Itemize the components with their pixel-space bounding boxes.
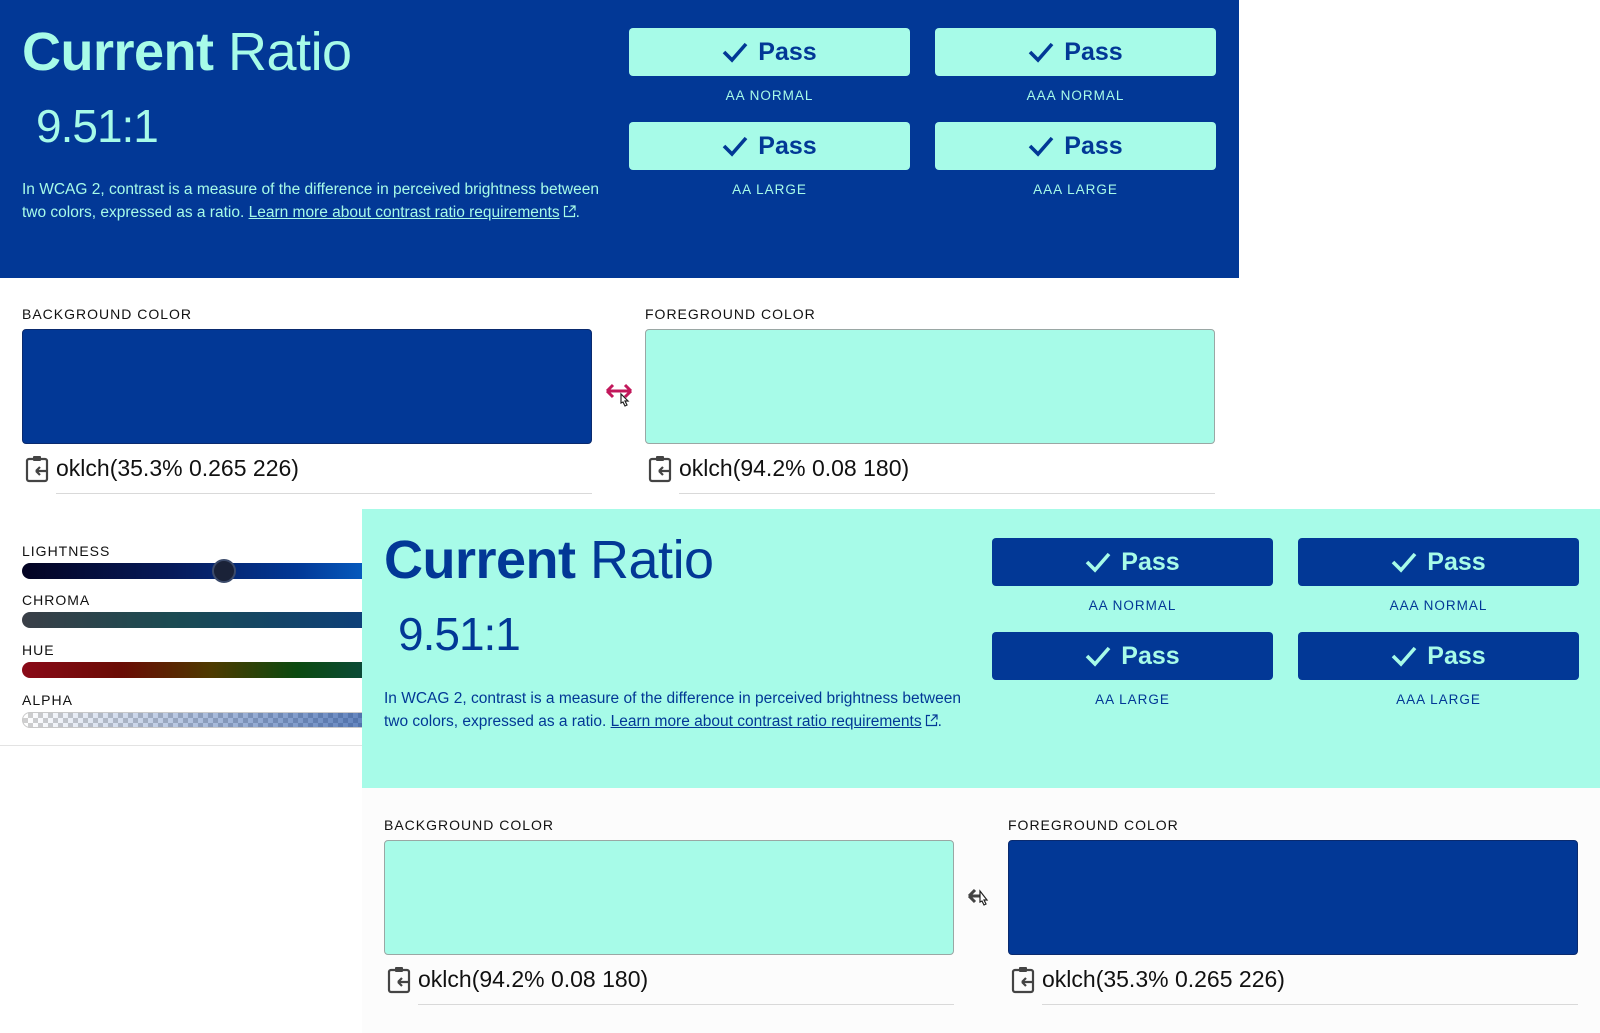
ratio-header: Current Ratio 9.51:1 In WCAG 2, contrast… [0, 0, 1239, 278]
pass-text: Pass [1427, 641, 1486, 670]
foreground-color-swatch[interactable] [645, 329, 1215, 444]
foreground-value-row: oklch(94.2% 0.08 180) [645, 450, 1215, 494]
title-light: Ratio [590, 530, 714, 590]
foreground-color-value[interactable]: oklch(94.2% 0.08 180) [679, 452, 909, 484]
pass-text: Pass [1064, 37, 1123, 66]
aa-large-pass-button[interactable]: Pass [992, 632, 1273, 680]
background-color-label: BACKGROUND COLOR [384, 817, 555, 833]
clipboard-copy-icon[interactable] [1010, 965, 1038, 995]
check-icon [1086, 646, 1111, 667]
lightness-slider-thumb[interactable] [211, 559, 236, 583]
aaa-large-label: AAA LARGE [1033, 182, 1118, 197]
value-underline [418, 1004, 954, 1005]
ratio-description: In WCAG 2, contrast is a measure of the … [384, 687, 984, 733]
lightness-label: LIGHTNESS [22, 543, 111, 559]
value-underline [679, 493, 1215, 494]
foreground-value-row: oklch(35.3% 0.265 226) [1008, 961, 1578, 1005]
background-color-value[interactable]: oklch(35.3% 0.265 226) [56, 452, 299, 484]
swap-colors-icon[interactable] [966, 883, 998, 913]
aaa-large-pass-button[interactable]: Pass [935, 122, 1216, 170]
description-end: . [937, 713, 942, 730]
learn-more-link[interactable]: Learn more about contrast ratio requirem… [611, 713, 922, 730]
title-light: Ratio [228, 22, 352, 82]
external-link-icon [563, 205, 576, 218]
foreground-color-swatch[interactable] [1008, 840, 1578, 955]
value-underline [1042, 1004, 1578, 1005]
check-icon [1392, 552, 1417, 573]
check-icon [1392, 646, 1417, 667]
aaa-large-pass-button[interactable]: Pass [1298, 632, 1579, 680]
check-icon [1086, 552, 1111, 573]
contrast-checker-panel-front: Current Ratio 9.51:1 In WCAG 2, contrast… [362, 509, 1600, 1033]
background-color-swatch[interactable] [22, 329, 592, 444]
background-color-label: BACKGROUND COLOR [22, 306, 193, 322]
clipboard-copy-icon[interactable] [24, 454, 52, 484]
background-color-value[interactable]: oklch(94.2% 0.08 180) [418, 963, 648, 995]
background-value-row: oklch(94.2% 0.08 180) [384, 961, 954, 1005]
aaa-normal-label: AAA NORMAL [1026, 88, 1125, 103]
foreground-color-value[interactable]: oklch(35.3% 0.265 226) [1042, 963, 1285, 995]
aaa-normal-pass-button[interactable]: Pass [935, 28, 1216, 76]
pass-text: Pass [758, 131, 817, 160]
title-bold: Current [384, 530, 576, 590]
aa-large-pass-button[interactable]: Pass [629, 122, 910, 170]
contrast-ratio-value: 9.51:1 [36, 100, 159, 152]
learn-more-link[interactable]: Learn more about contrast ratio requirem… [249, 204, 560, 221]
pass-text: Pass [1427, 547, 1486, 576]
alpha-label: ALPHA [22, 692, 73, 708]
swap-colors-icon[interactable] [604, 378, 636, 408]
hue-label: HUE [22, 642, 55, 658]
background-value-row: oklch(35.3% 0.265 226) [22, 450, 592, 494]
aa-normal-pass-button[interactable]: Pass [629, 28, 910, 76]
check-icon [723, 136, 748, 157]
external-link-icon [925, 714, 938, 727]
aa-normal-label: AA NORMAL [725, 88, 814, 103]
pass-text: Pass [1121, 547, 1180, 576]
value-underline [56, 493, 592, 494]
chroma-label: CHROMA [22, 592, 91, 608]
aa-large-label: AA LARGE [732, 182, 807, 197]
aa-normal-label: AA NORMAL [1088, 598, 1177, 613]
pass-text: Pass [1064, 131, 1123, 160]
contrast-ratio-value: 9.51:1 [398, 608, 521, 660]
aaa-normal-pass-button[interactable]: Pass [1298, 538, 1579, 586]
foreground-color-label: FOREGROUND COLOR [1008, 817, 1179, 833]
background-color-swatch[interactable] [384, 840, 954, 955]
clipboard-copy-icon[interactable] [647, 454, 675, 484]
aaa-normal-label: AAA NORMAL [1389, 598, 1488, 613]
clipboard-copy-icon[interactable] [386, 965, 414, 995]
aa-large-label: AA LARGE [1095, 692, 1170, 707]
ratio-header: Current Ratio 9.51:1 In WCAG 2, contrast… [362, 509, 1600, 788]
aaa-large-label: AAA LARGE [1396, 692, 1481, 707]
check-icon [1029, 136, 1054, 157]
ratio-description: In WCAG 2, contrast is a measure of the … [22, 178, 622, 224]
description-end: . [575, 204, 580, 221]
page-title: Current Ratio [384, 530, 714, 590]
check-icon [1029, 42, 1054, 63]
foreground-color-label: FOREGROUND COLOR [645, 306, 816, 322]
title-bold: Current [22, 22, 214, 82]
pass-text: Pass [1121, 641, 1180, 670]
pass-text: Pass [758, 37, 817, 66]
aa-normal-pass-button[interactable]: Pass [992, 538, 1273, 586]
page-title: Current Ratio [22, 22, 352, 82]
check-icon [723, 42, 748, 63]
